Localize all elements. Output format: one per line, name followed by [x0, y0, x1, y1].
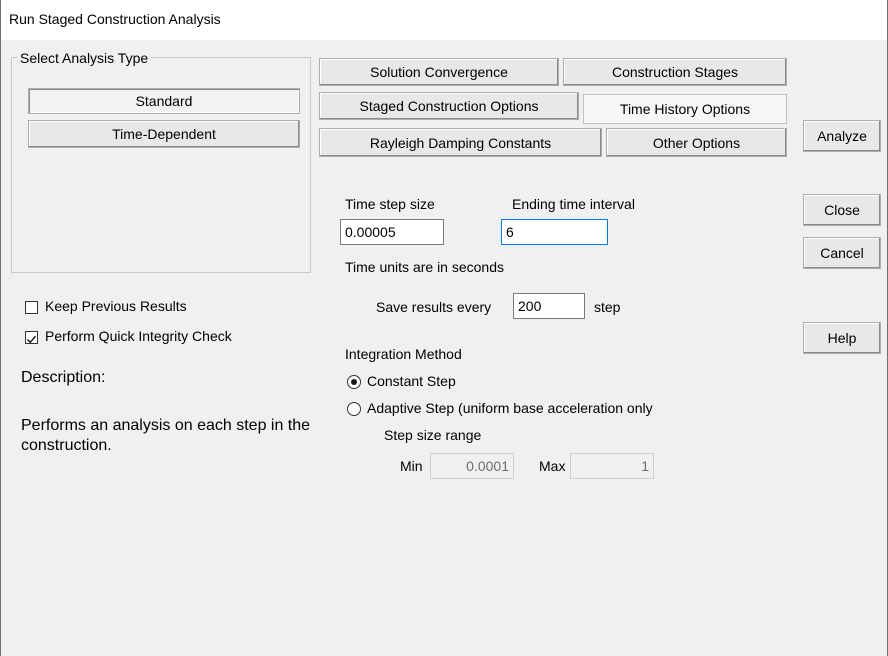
tab-construction-stages[interactable]: Construction Stages [563, 58, 787, 86]
min-step-size-input[interactable] [430, 453, 514, 479]
integration-method-label: Integration Method [345, 346, 462, 362]
close-button[interactable]: Close [803, 194, 881, 226]
tab-rayleigh-damping-constants[interactable]: Rayleigh Damping Constants [319, 128, 602, 157]
time-units-note: Time units are in seconds [345, 259, 504, 275]
cancel-button[interactable]: Cancel [803, 237, 881, 269]
constant-step-radio[interactable] [347, 375, 361, 389]
step-size-range-label: Step size range [384, 427, 482, 443]
adaptive-step-label[interactable]: Adaptive Step (uniform base acceleration… [367, 400, 653, 416]
save-results-every-input[interactable] [513, 293, 585, 319]
dialog-window: Run Staged Construction Analysis Select … [0, 0, 888, 656]
analysis-type-group-label: Select Analysis Type [17, 50, 152, 66]
min-label: Min [400, 458, 423, 474]
description-label: Description: [21, 369, 106, 386]
tab-other-options[interactable]: Other Options [606, 128, 787, 157]
tab-staged-construction-options[interactable]: Staged Construction Options [319, 92, 579, 120]
standard-analysis-button[interactable]: Standard [28, 88, 300, 114]
constant-step-label[interactable]: Constant Step [367, 373, 456, 389]
tab-solution-convergence[interactable]: Solution Convergence [319, 58, 559, 86]
radio-selected-dot [351, 379, 357, 385]
title-bar[interactable]: Run Staged Construction Analysis [1, 0, 887, 40]
keep-previous-results-label[interactable]: Keep Previous Results [45, 298, 187, 314]
checkmark-icon [26, 335, 37, 344]
max-label: Max [539, 458, 566, 474]
description-text: Performs an analysis on each step in the… [21, 417, 311, 454]
tab-time-history-options[interactable]: Time History Options [583, 94, 787, 124]
time-step-size-label: Time step size [345, 196, 435, 212]
keep-previous-results-checkbox[interactable] [25, 301, 38, 314]
help-button[interactable]: Help [803, 322, 881, 354]
time-dependent-analysis-button[interactable]: Time-Dependent [28, 120, 300, 148]
analyze-button[interactable]: Analyze [803, 120, 881, 152]
step-unit-label: step [594, 299, 621, 315]
save-results-every-label: Save results every [376, 299, 492, 315]
quick-integrity-check-checkbox[interactable] [25, 331, 38, 344]
ending-time-interval-label: Ending time interval [512, 196, 635, 212]
max-step-size-input[interactable] [570, 453, 654, 479]
quick-integrity-check-label[interactable]: Perform Quick Integrity Check [45, 328, 232, 344]
time-step-size-input[interactable] [340, 219, 444, 245]
window-title: Run Staged Construction Analysis [9, 11, 221, 27]
adaptive-step-radio[interactable] [347, 402, 361, 416]
ending-time-interval-input[interactable] [501, 219, 608, 245]
